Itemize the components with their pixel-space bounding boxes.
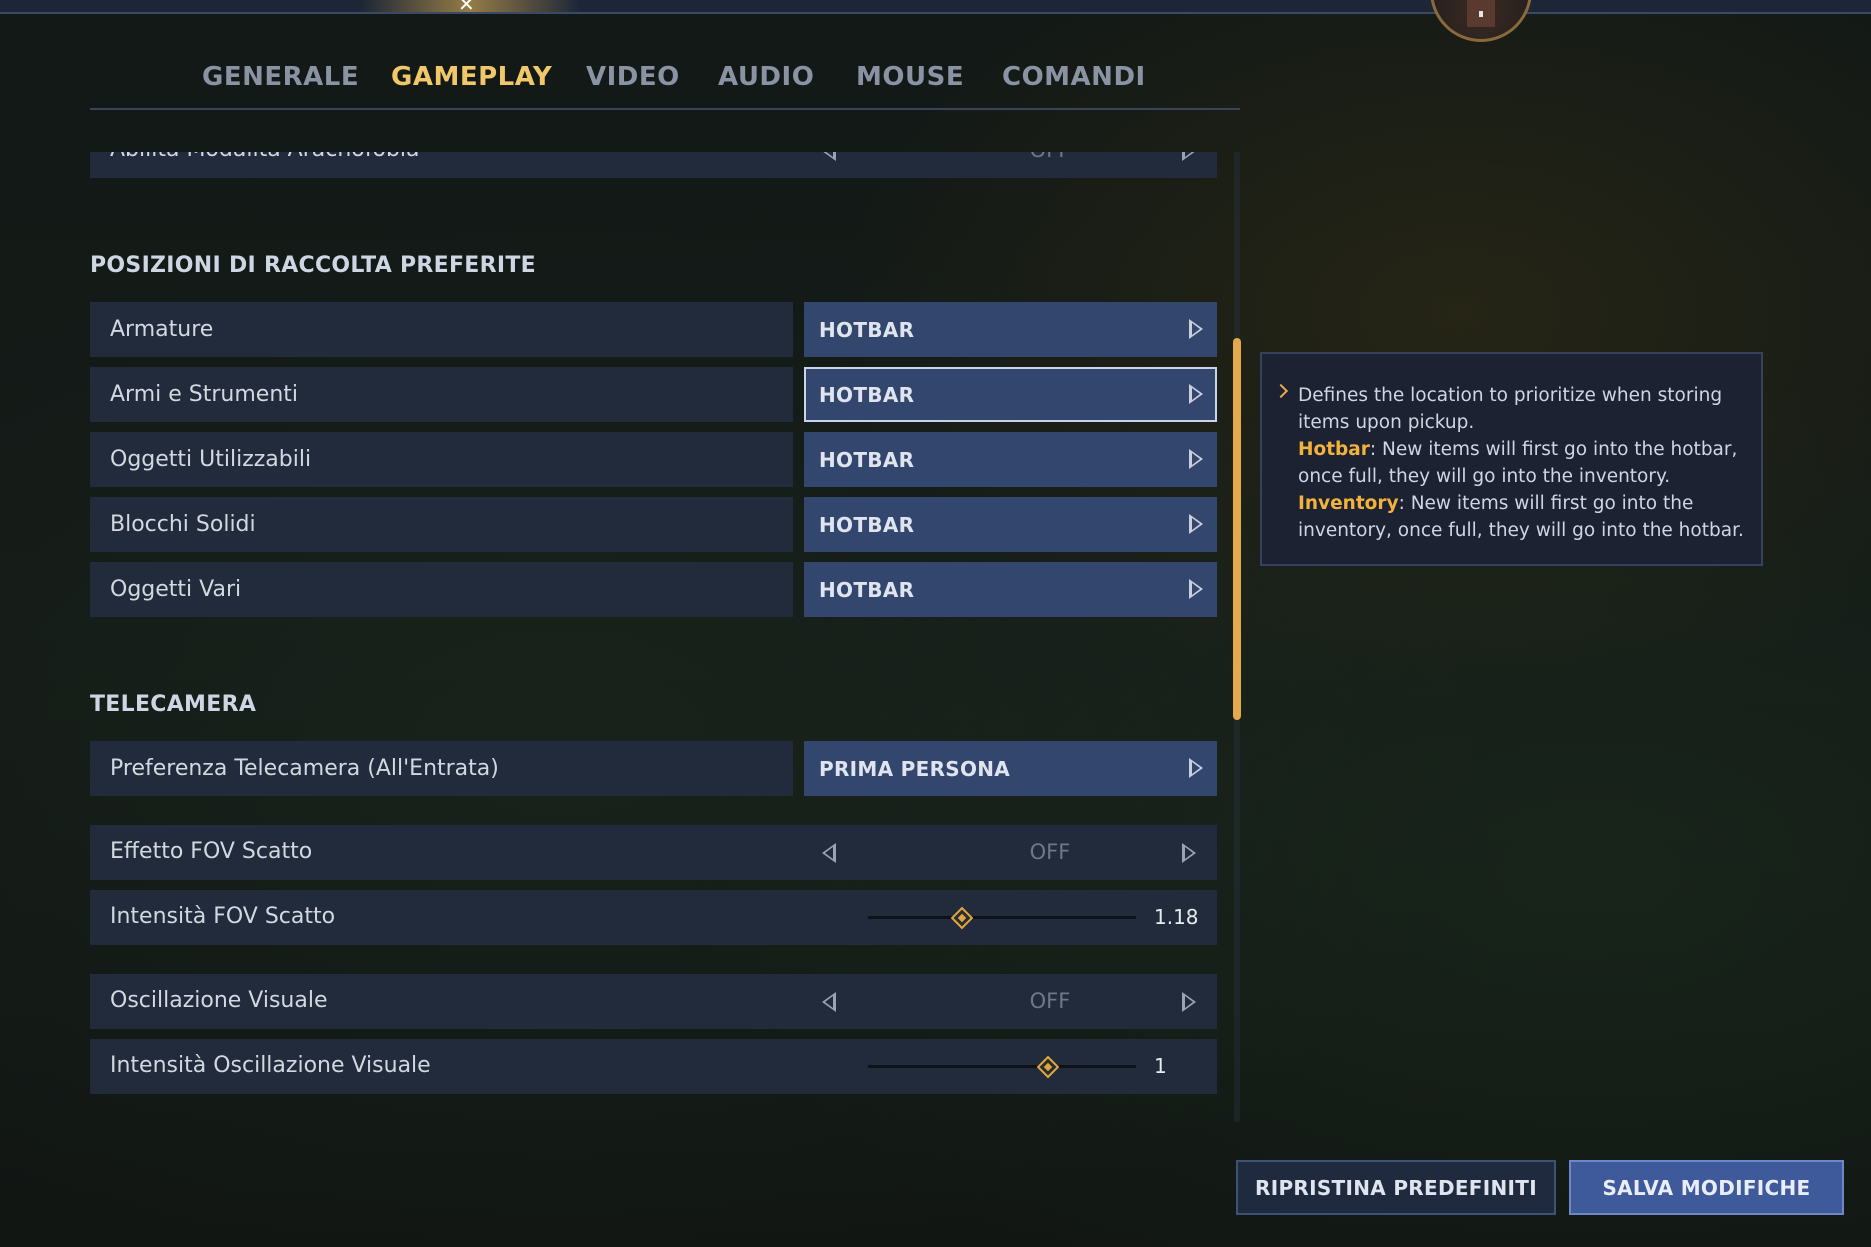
pickup-row-usables-value[interactable]: HOTBAR [804, 432, 1217, 487]
pickup-row-armature-value[interactable]: HOTBAR [804, 302, 1217, 357]
next-arrow-icon [1189, 758, 1203, 778]
row-label-text: Oggetti Utilizzabili [110, 447, 312, 472]
next-arrow-icon [1189, 384, 1203, 404]
fov-effect-row: Effetto FOV Scatto OFF [90, 825, 1217, 880]
view-bob-intensity-row: Intensità Oscillazione Visuale 1 [90, 1039, 1217, 1094]
view-bob-row: Oscillazione Visuale OFF [90, 974, 1217, 1029]
avatar-face-icon [1467, 0, 1495, 27]
scrollbar-thumb[interactable] [1233, 338, 1241, 720]
pickup-section-title: POSIZIONI DI RACCOLTA PREFERITE [90, 253, 536, 278]
row-label-text: Armi e Strumenti [110, 382, 298, 407]
next-arrow-icon [1189, 449, 1203, 469]
arachnophobia-row[interactable]: Abilita Modalità Aracnofobia OFF [90, 152, 1217, 178]
row-label-text: Armature [110, 317, 214, 342]
fov-effect-value: OFF [1029, 840, 1071, 864]
info-intro: Defines the location to prioritize when … [1298, 385, 1723, 433]
save-changes-button[interactable]: SALVA MODIFICHE [1569, 1160, 1844, 1215]
chevron-right-icon [1273, 383, 1289, 399]
tab-video[interactable]: VIDEO [586, 62, 680, 92]
pickup-row-misc-label: Oggetti Vari [90, 562, 793, 617]
view-bob-value: OFF [1029, 989, 1071, 1013]
pickup-row-armature-label: Armature [90, 302, 793, 357]
fov-intensity-slider-track[interactable] [868, 916, 1136, 919]
fov-effect-next-arrow-icon[interactable] [1182, 843, 1196, 863]
row-label-text: Oggetti Vari [110, 577, 242, 602]
fov-effect-label: Effetto FOV Scatto [110, 839, 313, 864]
view-bob-intensity-slider-track[interactable] [868, 1065, 1136, 1068]
camera-pref-label: Preferenza Telecamera (All'Entrata) [90, 741, 793, 796]
row-value-text: HOTBAR [819, 512, 915, 537]
tab-gameplay[interactable]: GAMEPLAY [391, 62, 552, 92]
row-value-text: PRIMA PERSONA [819, 756, 1011, 781]
row-value-text: HOTBAR [819, 447, 915, 472]
pickup-row-weapons-label: Armi e Strumenti [90, 367, 793, 422]
fov-intensity-slider-handle[interactable] [950, 906, 974, 930]
view-bob-intensity-label: Intensità Oscillazione Visuale [110, 1053, 431, 1078]
next-arrow-icon [1189, 319, 1203, 339]
info-text: Defines the location to prioritize when … [1298, 382, 1748, 544]
next-arrow-icon [1189, 514, 1203, 534]
pickup-row-blocks-value[interactable]: HOTBAR [804, 497, 1217, 552]
fov-intensity-value: 1.18 [1154, 905, 1199, 929]
info-hotbar-term: Hotbar [1298, 439, 1370, 460]
tab-generale[interactable]: GENERALE [202, 62, 359, 92]
arachnophobia-prev-arrow-icon[interactable] [822, 152, 836, 161]
fov-intensity-row: Intensità FOV Scatto 1.18 [90, 890, 1217, 945]
top-bar [0, 0, 1871, 14]
pickup-row-usables-label: Oggetti Utilizzabili [90, 432, 793, 487]
pickup-row-blocks-label: Blocchi Solidi [90, 497, 793, 552]
view-bob-intensity-slider-handle[interactable] [1036, 1055, 1059, 1079]
partial-row-clip: Abilita Modalità Aracnofobia OFF [90, 152, 1217, 178]
camera-pref-value[interactable]: PRIMA PERSONA [804, 741, 1217, 796]
arachnophobia-value: OFF [990, 152, 1110, 162]
arachnophobia-label: Abilita Modalità Aracnofobia [110, 152, 420, 162]
row-label-text: Preferenza Telecamera (All'Entrata) [110, 756, 499, 781]
row-value-text: HOTBAR [819, 382, 915, 407]
chevron-up-icon[interactable]: ✕ [458, 0, 475, 14]
reset-defaults-button[interactable]: RIPRISTINA PREDEFINITI [1236, 1160, 1556, 1215]
fov-effect-prev-arrow-icon[interactable] [822, 843, 836, 863]
tab-audio[interactable]: AUDIO [718, 62, 814, 92]
row-value-text: HOTBAR [819, 317, 915, 342]
tab-comandi[interactable]: COMANDI [1002, 62, 1146, 92]
row-value-text: HOTBAR [819, 577, 915, 602]
view-bob-label: Oscillazione Visuale [110, 988, 328, 1013]
pickup-row-weapons-value[interactable]: HOTBAR [804, 367, 1217, 422]
avatar[interactable] [1430, 0, 1532, 42]
camera-section-title: TELECAMERA [90, 692, 257, 717]
tab-mouse[interactable]: MOUSE [856, 62, 964, 92]
arachnophobia-next-arrow-icon[interactable] [1182, 152, 1196, 161]
view-bob-next-arrow-icon[interactable] [1182, 992, 1196, 1012]
info-panel: Defines the location to prioritize when … [1260, 352, 1763, 566]
view-bob-intensity-value: 1 [1154, 1054, 1167, 1078]
info-inventory-term: Inventory [1298, 493, 1399, 514]
row-label-text: Blocchi Solidi [110, 512, 256, 537]
tab-bar: GENERALE GAMEPLAY VIDEO AUDIO MOUSE COMA… [90, 48, 1240, 110]
view-bob-prev-arrow-icon[interactable] [822, 992, 836, 1012]
next-arrow-icon [1189, 579, 1203, 599]
pickup-row-misc-value[interactable]: HOTBAR [804, 562, 1217, 617]
fov-intensity-label: Intensità FOV Scatto [110, 904, 336, 929]
